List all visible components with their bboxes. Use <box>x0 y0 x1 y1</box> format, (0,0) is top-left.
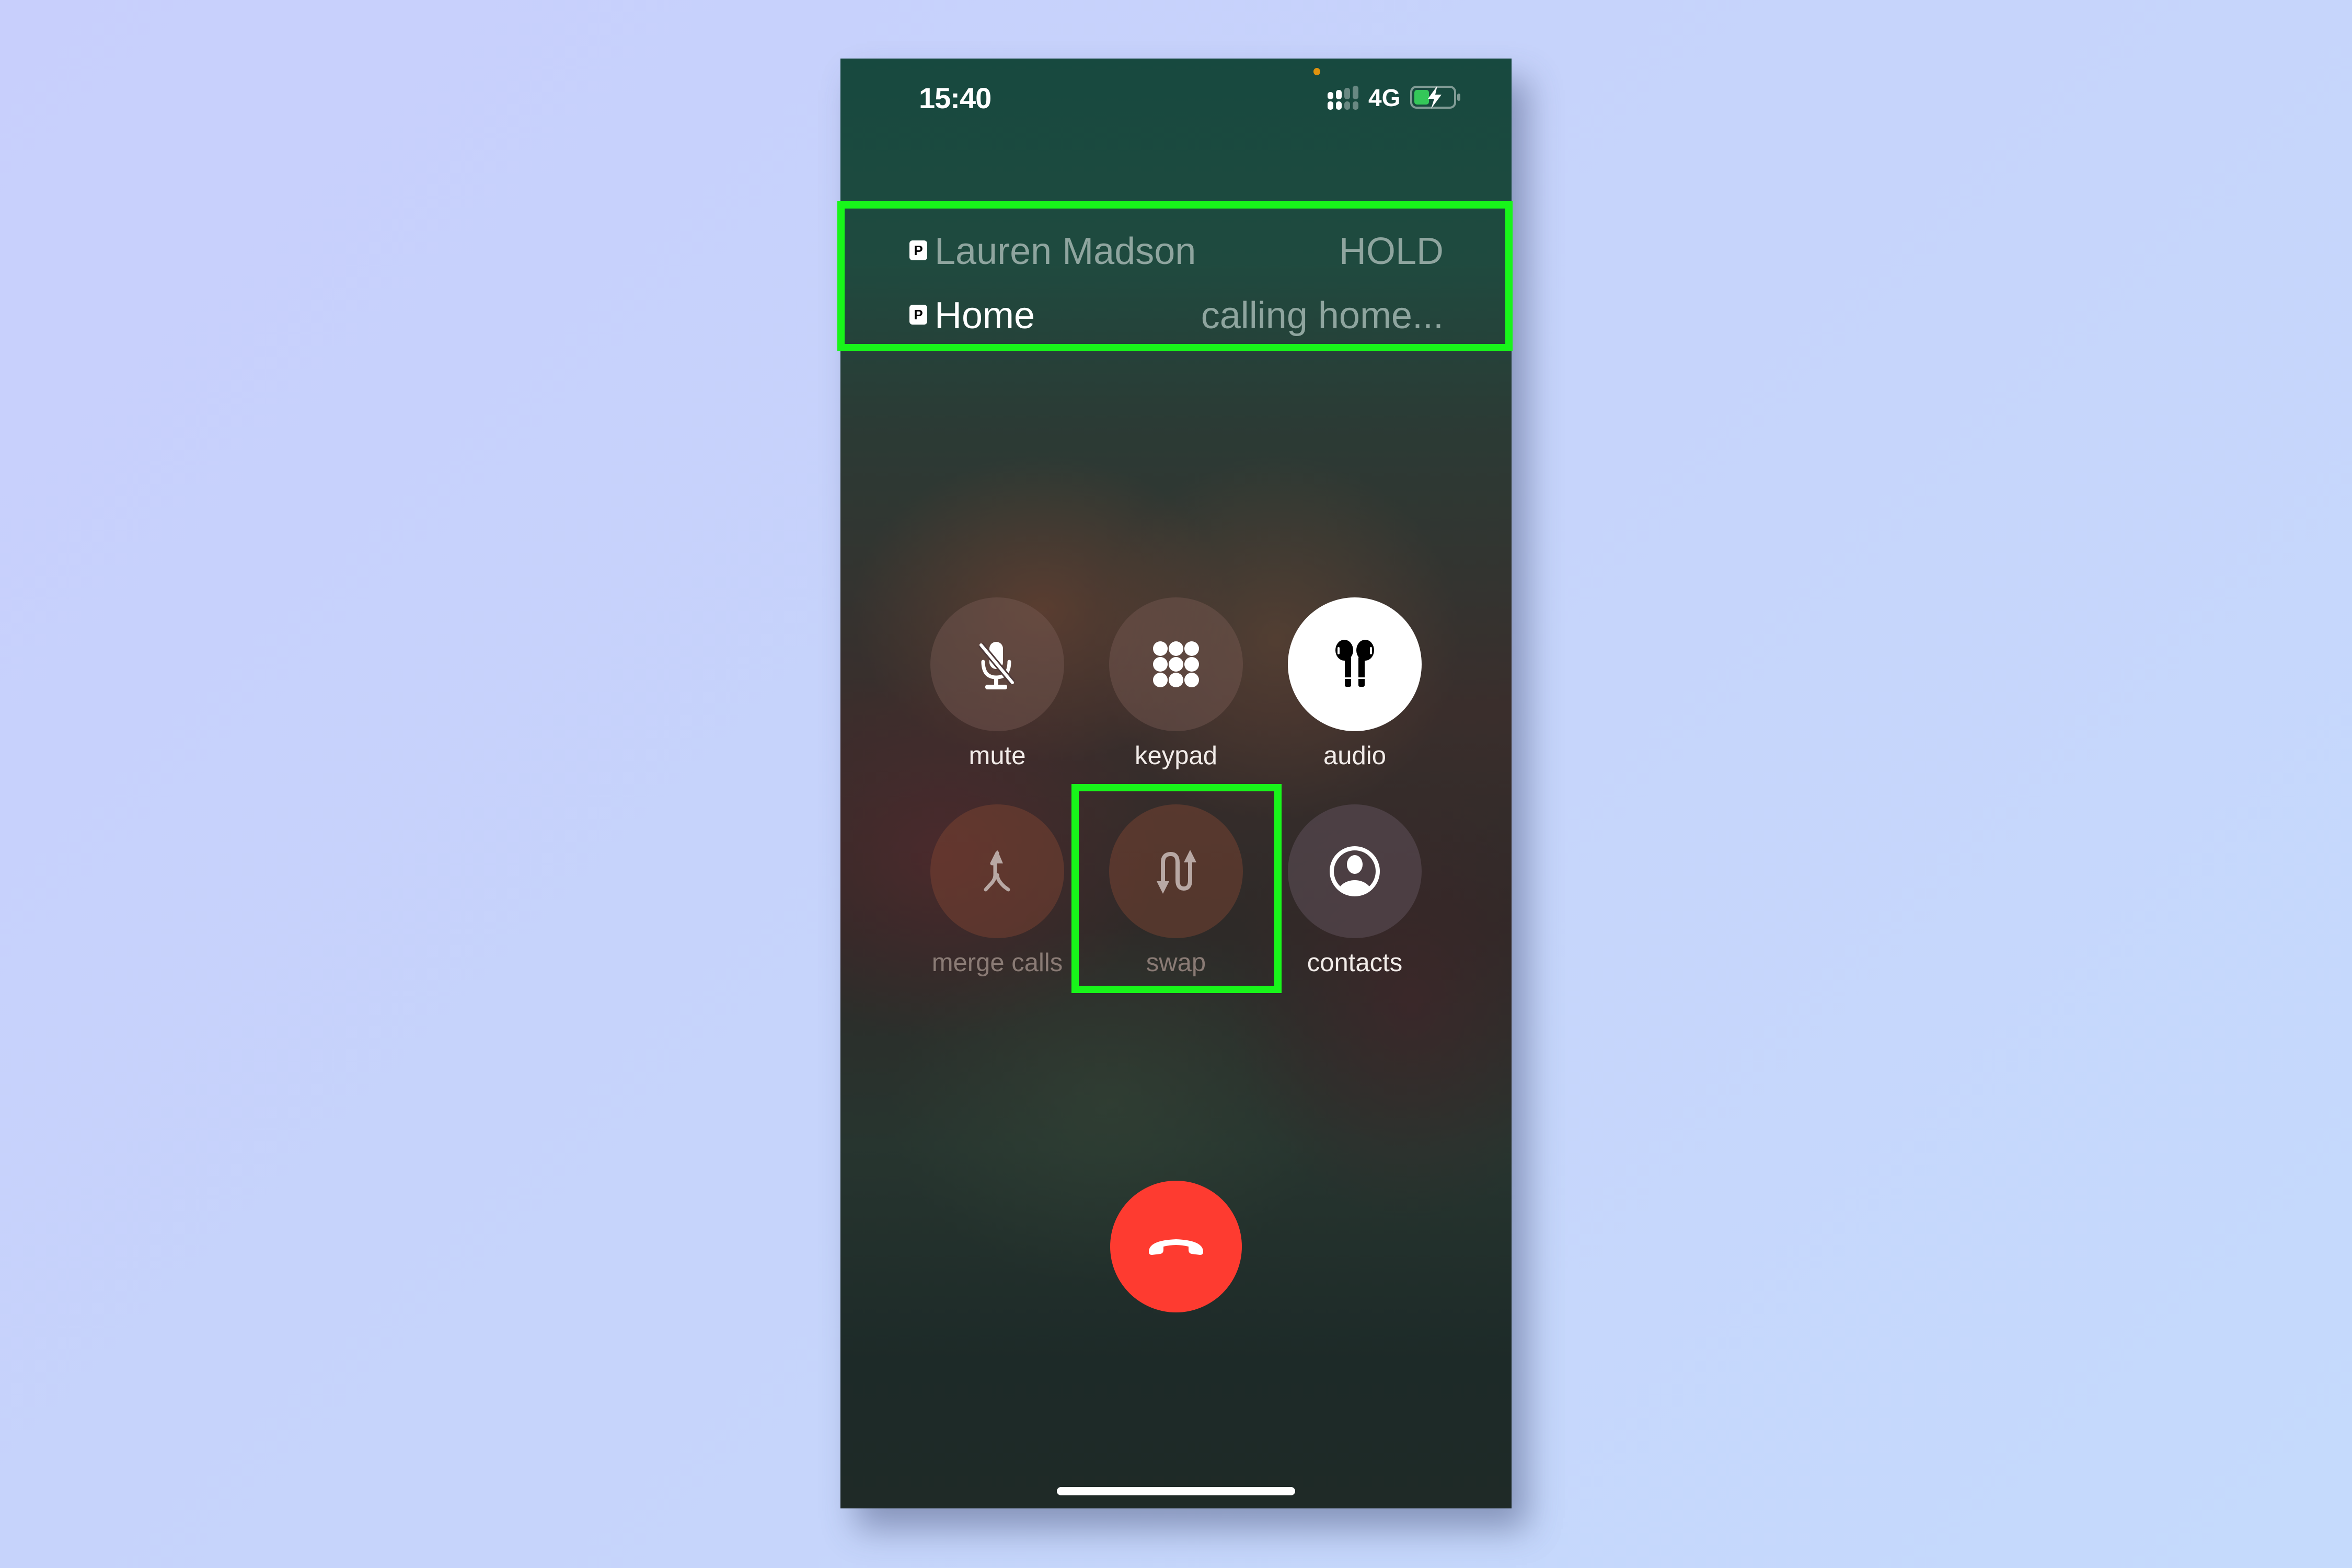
status-bar: 15:40 4G <box>840 59 1512 142</box>
merge-calls-button[interactable]: merge calls <box>908 804 1086 993</box>
swap-button[interactable]: swap <box>1087 804 1265 993</box>
audio-button[interactable]: audio <box>1266 597 1444 786</box>
home-indicator[interactable] <box>1057 1487 1295 1495</box>
contacts-label: contacts <box>1307 949 1403 977</box>
call-row-held[interactable]: P Lauren Madson HOLD <box>840 221 1512 273</box>
audio-label: audio <box>1323 742 1386 770</box>
swap-label: swap <box>1146 949 1206 977</box>
status-time: 15:40 <box>919 82 991 114</box>
phone-screen: 15:40 4G P Lauren Madson HOLD P Home cal… <box>840 59 1512 1508</box>
merge-calls-circle[interactable] <box>930 804 1064 938</box>
mute-circle[interactable] <box>930 597 1064 731</box>
contacts-button[interactable]: contacts <box>1266 804 1444 993</box>
contact-badge: P <box>909 305 927 325</box>
privacy-dot-indicator <box>1313 68 1320 75</box>
airpods-icon <box>1335 640 1374 687</box>
call-status: HOLD <box>1339 230 1444 272</box>
call-row-active[interactable]: P Home calling home... <box>840 285 1512 337</box>
mic-slash-icon <box>978 642 1015 689</box>
mute-label: mute <box>969 742 1026 770</box>
swap-arrows-icon <box>1157 850 1196 894</box>
call-status: calling home... <box>1201 295 1444 337</box>
keypad-button[interactable]: keypad <box>1087 597 1265 786</box>
contacts-circle[interactable] <box>1288 804 1422 938</box>
battery-charging-icon <box>1410 86 1460 109</box>
audio-circle[interactable] <box>1288 597 1422 731</box>
phone-hangup-icon <box>1149 1239 1203 1255</box>
keypad-grid-icon <box>1153 641 1199 687</box>
mute-button[interactable]: mute <box>908 597 1086 786</box>
contact-badge: P <box>909 240 927 260</box>
network-type: 4G <box>1368 84 1401 111</box>
merge-arrow-icon <box>984 850 1010 892</box>
keypad-label: keypad <box>1134 742 1217 770</box>
caller-name: Home <box>935 295 1035 337</box>
swap-circle[interactable] <box>1109 804 1243 938</box>
call-controls: mute keypad audio merge calls swap conta… <box>840 592 1512 977</box>
cellular-signal-icon <box>1328 86 1358 110</box>
caller-name: Lauren Madson <box>935 230 1196 272</box>
end-call-button[interactable] <box>1110 1181 1242 1312</box>
keypad-circle[interactable] <box>1109 597 1243 731</box>
merge-calls-label: merge calls <box>931 949 1063 977</box>
person-circle-icon <box>1330 846 1380 896</box>
call-list: P Lauren Madson HOLD P Home calling home… <box>840 210 1512 346</box>
